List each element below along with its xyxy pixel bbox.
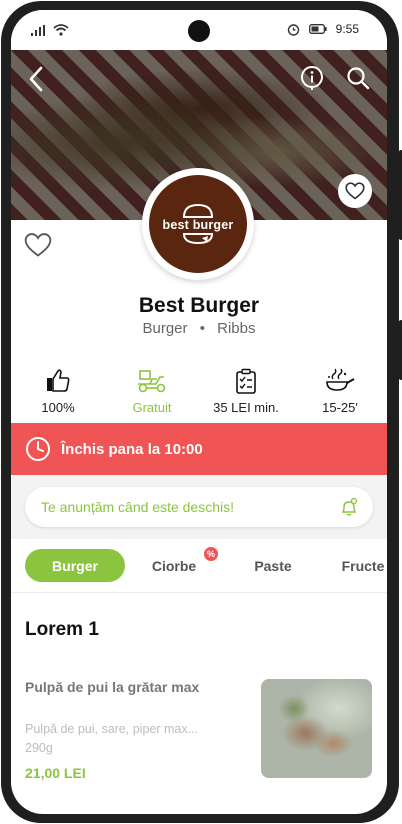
- delivery-info: Gratuit: [105, 368, 199, 418]
- heart-outline-icon: [24, 233, 52, 257]
- tag-separator: •: [199, 320, 205, 337]
- prep-time-info: 15-25': [293, 368, 387, 418]
- search-icon: [347, 67, 370, 90]
- product-name: Pulpă de pui la grătar max: [25, 679, 200, 695]
- checklist-icon: [236, 368, 256, 394]
- tab-burger[interactable]: Burger: [25, 549, 125, 582]
- product-weight: 290g: [25, 741, 53, 755]
- screen: 9:55 best burger Best Burger Burger • Ri…: [11, 10, 387, 814]
- thumbs-up-icon: [47, 369, 70, 392]
- back-arrow-icon: [29, 66, 43, 92]
- delivery-label: Gratuit: [132, 400, 172, 415]
- status-left: [31, 24, 69, 36]
- section-title: Lorem 1: [25, 619, 99, 640]
- product-price: 21,00 LEI: [25, 765, 86, 781]
- rating-info: 100%: [11, 368, 105, 418]
- info-icon: [300, 66, 323, 90]
- favorite-button[interactable]: [338, 174, 372, 208]
- info-row: 100% Gratuit 35 LEI min. 15-25': [11, 368, 387, 418]
- burger-bottom-icon: [182, 233, 214, 244]
- closed-banner: Închis pana la 10:00: [11, 423, 387, 475]
- tab-paste[interactable]: Paste: [243, 549, 303, 582]
- prep-time-label: 15-25': [322, 400, 358, 415]
- tag-label: Ribbs: [217, 320, 256, 337]
- category-tabs: Burger Ciorbe % Paste Fructe: [11, 539, 387, 593]
- front-camera: [188, 20, 210, 42]
- restaurant-logo: best burger: [142, 168, 254, 280]
- back-button[interactable]: [23, 64, 49, 94]
- delivery-scooter-icon: [138, 370, 166, 393]
- product-image: [261, 679, 372, 778]
- clock-icon: [26, 437, 50, 461]
- search-button[interactable]: [345, 64, 371, 92]
- status-bar: 9:55: [11, 10, 387, 50]
- tab-ciorbe[interactable]: Ciorbe: [143, 549, 205, 582]
- status-right: 9:55: [287, 22, 359, 36]
- notify-section: Te anunțăm când este deschis!: [11, 475, 387, 539]
- bell-icon: [341, 497, 358, 516]
- product-card[interactable]: Pulpă de pui la grătar max Pulpă de pui,…: [11, 670, 387, 790]
- signal-icon: [31, 25, 45, 36]
- status-time: 9:55: [335, 22, 359, 36]
- restaurant-tags: Burger • Ribbs: [11, 320, 387, 337]
- burger-bun-icon: [182, 204, 214, 218]
- discount-badge: %: [204, 547, 218, 561]
- product-image-overlay: [261, 679, 372, 778]
- favorite-heart-button[interactable]: [24, 232, 52, 258]
- wifi-icon: [53, 24, 69, 36]
- notify-me-button[interactable]: Te anunțăm când este deschis!: [25, 487, 373, 527]
- logo-text: best burger: [162, 218, 234, 232]
- info-button[interactable]: [299, 64, 325, 92]
- tab-fructe[interactable]: Fructe: [333, 549, 387, 582]
- product-description: Pulpă de pui, sare, piper max...: [25, 722, 199, 736]
- notify-text: Te anunțăm când este deschis!: [41, 499, 235, 515]
- restaurant-name: Best Burger: [138, 294, 260, 317]
- logo-badge: best burger: [149, 175, 247, 273]
- rating-label: 100%: [41, 400, 75, 415]
- cooking-pan-icon: [326, 368, 355, 391]
- alarm-icon: [287, 23, 299, 36]
- battery-icon: [308, 24, 327, 34]
- minimum-order-label: 35 LEI min.: [213, 400, 279, 415]
- tag-label: Burger: [142, 320, 188, 337]
- phone-frame: 9:55 best burger Best Burger Burger • Ri…: [0, 0, 402, 824]
- minimum-order-info: 35 LEI min.: [199, 368, 293, 418]
- closed-text: Închis pana la 10:00: [61, 440, 203, 458]
- heart-icon: [345, 182, 365, 200]
